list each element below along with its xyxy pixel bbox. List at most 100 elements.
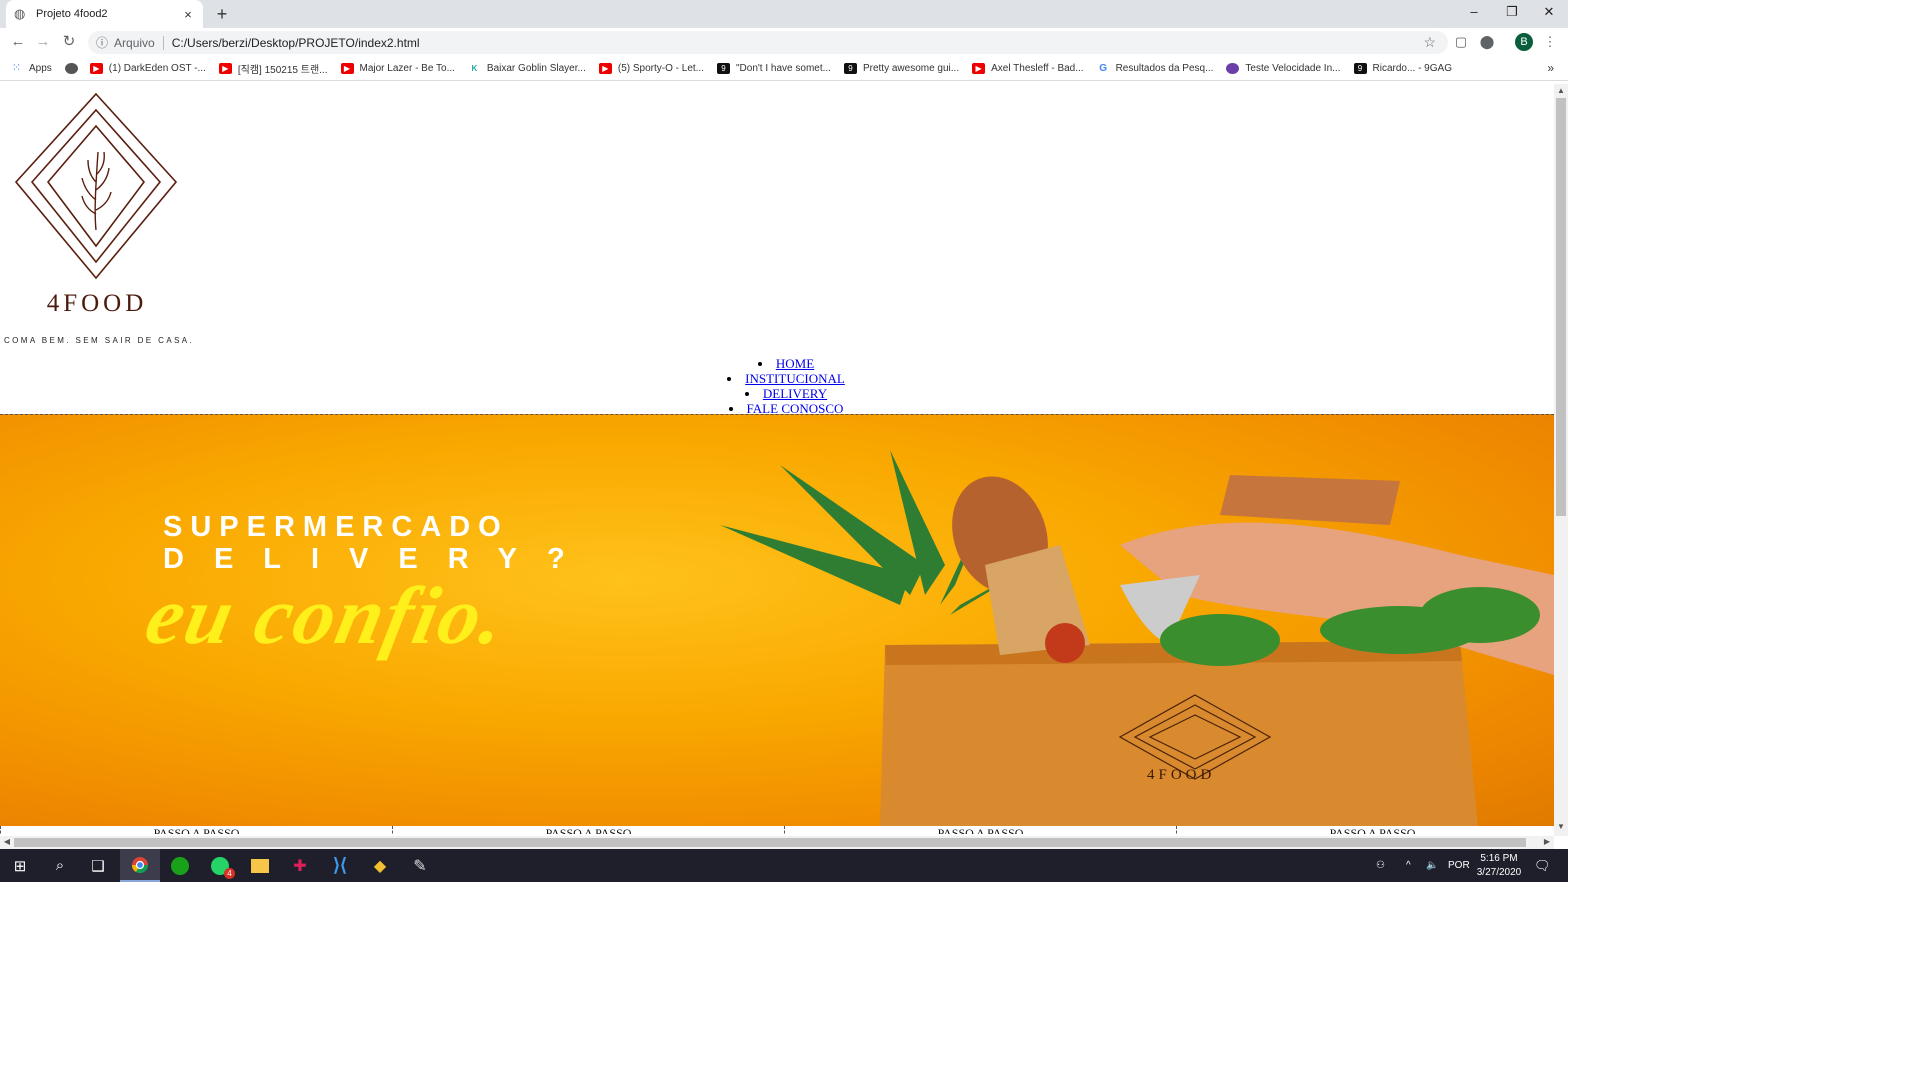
bookmark-label: "Don't I have somet... — [736, 63, 831, 74]
chrome-icon — [131, 856, 149, 873]
scroll-up-arrow-icon[interactable]: ▲ — [1554, 86, 1568, 95]
diamond-logo-icon — [14, 92, 178, 280]
windows-start-icon[interactable]: ⊞ — [0, 849, 40, 882]
scroll-right-arrow-icon[interactable]: ▶ — [1540, 837, 1554, 846]
menu-link-institucional[interactable]: INSTITUCIONAL — [745, 371, 845, 386]
shield-extension-icon[interactable]: ⬤ — [1478, 33, 1496, 51]
scroll-left-arrow-icon[interactable]: ◀ — [0, 837, 14, 846]
bookmark-item[interactable]: ▶ [직캠] 150215 트랜... — [218, 61, 328, 76]
notification-badge: 4 — [224, 867, 235, 879]
brand-tagline: COMA BEM. SEM SAIR DE CASA. — [4, 336, 195, 345]
hero-banner: SUPERMERCADO DELIVERY? eu confio. 4FOOD — [0, 414, 1554, 826]
bookmark-item[interactable] — [64, 63, 84, 74]
bookmark-label: Pretty awesome gui... — [862, 63, 960, 74]
bookmarks-overflow-icon[interactable]: » — [1547, 61, 1554, 75]
tab-strip: ◍ Projeto 4food2 × + – ❐ ✕ — [0, 0, 1568, 28]
menu-link-home[interactable]: HOME — [776, 356, 814, 371]
km-icon: K — [467, 63, 481, 74]
horizontal-scroll-thumb[interactable] — [14, 838, 1526, 847]
clock-time: 5:16 PM — [1480, 853, 1518, 864]
search-icon[interactable]: ⌕ — [40, 849, 80, 882]
forward-arrow-icon[interactable]: → — [33, 32, 53, 52]
system-clock[interactable]: 5:16 PM 3/27/2020 — [1474, 852, 1524, 880]
file-explorer-icon[interactable] — [240, 849, 280, 882]
google-icon: G — [1096, 63, 1110, 74]
youtube-icon: ▶ — [340, 63, 354, 74]
bookmark-item[interactable]: ⁙ Apps — [10, 63, 52, 74]
bookmark-item[interactable]: ▶ (1) DarkEden OST -... — [89, 63, 206, 74]
bookmark-item[interactable]: 9 "Don't I have somet... — [717, 63, 831, 74]
bookmark-item[interactable]: G Resultados da Pesq... — [1096, 63, 1213, 74]
close-window-button[interactable]: ✕ — [1530, 0, 1568, 26]
youtube-icon: ▶ — [89, 63, 103, 74]
volume-icon[interactable]: 🔈 — [1426, 849, 1438, 882]
extension-icon[interactable]: ▢ — [1452, 33, 1470, 51]
9gag-icon: 9 — [717, 63, 730, 74]
step-heading: PASSO A PASSO — [1176, 826, 1554, 834]
youtube-icon: ▶ — [972, 63, 986, 74]
9gag-icon: 9 — [1353, 63, 1367, 74]
green-app-icon[interactable] — [160, 849, 200, 882]
url-text[interactable]: C:/Users/berzi/Desktop/PROJETO/index2.ht… — [172, 36, 420, 50]
youtube-icon: ▶ — [598, 63, 612, 74]
apps-icon: ⁙ — [10, 62, 23, 74]
bookmark-item[interactable]: Teste Velocidade In... — [1226, 63, 1341, 74]
task-view-icon[interactable]: ❑ — [78, 849, 118, 882]
people-icon[interactable]: ⚇ — [1376, 849, 1385, 882]
chrome-taskbar-icon[interactable] — [120, 849, 160, 882]
vertical-scrollbar[interactable]: ▲ ▼ — [1554, 84, 1568, 836]
scroll-down-arrow-icon[interactable]: ▼ — [1554, 822, 1568, 831]
9gag-icon: 9 — [843, 63, 857, 74]
security-label: Arquivo — [114, 35, 155, 50]
brand-name: 4FOOD — [46, 290, 148, 317]
bookmark-item[interactable]: K Baixar Goblin Slayer... — [467, 63, 586, 74]
bookmark-label: Teste Velocidade In... — [1245, 63, 1341, 74]
back-arrow-icon[interactable]: ← — [8, 32, 28, 52]
horizontal-scrollbar[interactable]: ◀ ▶ — [0, 836, 1554, 849]
menu-link-delivery[interactable]: DELIVERY — [763, 386, 827, 401]
bookmark-item[interactable]: ▶ (5) Sporty-O - Let... — [598, 63, 704, 74]
omnibox-divider — [162, 35, 164, 50]
step-heading: PASSO A PASSO — [784, 826, 1176, 834]
steps-row: PASSO A PASSO PASSO A PASSO PASSO A PASS… — [0, 826, 1554, 834]
bookmark-label: [직캠] 150215 트랜... — [237, 65, 328, 76]
windows-taskbar: ⊞ ⌕ ❑ 4 ✚ ⟩⟨ ◆ ✎ ⚇ ^ 🔈 POR 5:16 PM 3/27/… — [0, 849, 1568, 882]
restore-button[interactable]: ❐ — [1493, 0, 1531, 26]
main-menu: HOME INSTITUCIONAL DELIVERY FALE CONOSCO — [0, 356, 1554, 416]
bookmark-label: Major Lazer - Be To... — [359, 63, 455, 74]
hero-script-text: eu confio. — [138, 570, 515, 661]
bookmark-item[interactable]: 9 Pretty awesome gui... — [843, 63, 960, 74]
reload-icon[interactable]: ↻ — [59, 32, 79, 52]
notification-center-icon[interactable]: 🗨 — [1534, 849, 1551, 882]
profile-avatar[interactable]: B — [1515, 33, 1533, 51]
whatsapp-icon[interactable]: 4 — [200, 849, 240, 882]
bookmark-star-icon[interactable]: ☆ — [1423, 34, 1436, 51]
browser-tab[interactable]: ◍ Projeto 4food2 × — [6, 0, 203, 28]
bookmark-item[interactable]: ▶ Major Lazer - Be To... — [340, 63, 455, 74]
address-bar[interactable]: ⓘ Arquivo C:/Users/berzi/Desktop/PROJETO… — [88, 31, 1448, 54]
slack-icon[interactable]: ✚ — [280, 849, 320, 882]
vscode-icon[interactable]: ⟩⟨ — [320, 849, 360, 882]
tab-close-icon[interactable]: × — [181, 7, 195, 22]
info-icon[interactable]: ⓘ — [96, 34, 108, 51]
paint-icon[interactable]: ✎ — [400, 849, 440, 882]
bookmark-item[interactable]: ▶ Axel Thesleff - Bad... — [972, 63, 1084, 74]
bookmark-label: (1) DarkEden OST -... — [108, 63, 206, 74]
language-indicator[interactable]: POR — [1448, 849, 1470, 882]
step-heading: PASSO A PASSO — [392, 826, 784, 834]
git-kraken-icon[interactable]: ◆ — [360, 849, 400, 882]
menu-kebab-icon[interactable]: ⋮ — [1541, 33, 1559, 51]
browser-toolbar: ← → ↻ ⓘ Arquivo C:/Users/berzi/Desktop/P… — [0, 28, 1568, 56]
vertical-scroll-thumb[interactable] — [1556, 98, 1566, 516]
minimize-button[interactable]: – — [1455, 0, 1493, 26]
tab-title: Projeto 4food2 — [36, 8, 108, 20]
new-tab-button[interactable]: + — [212, 4, 232, 24]
menu-item-home: HOME — [0, 356, 1554, 371]
page-viewport: 4FOOD COMA BEM. SEM SAIR DE CASA. HOME I… — [0, 84, 1554, 834]
bag-brand-text: 4FOOD — [1147, 767, 1216, 783]
bookmark-item[interactable]: 9 Ricardo... - 9GAG — [1353, 63, 1452, 74]
clock-date: 3/27/2020 — [1476, 867, 1522, 878]
web-icon — [64, 63, 78, 74]
globe-icon: ◍ — [14, 6, 26, 21]
chevron-up-icon[interactable]: ^ — [1406, 849, 1411, 882]
